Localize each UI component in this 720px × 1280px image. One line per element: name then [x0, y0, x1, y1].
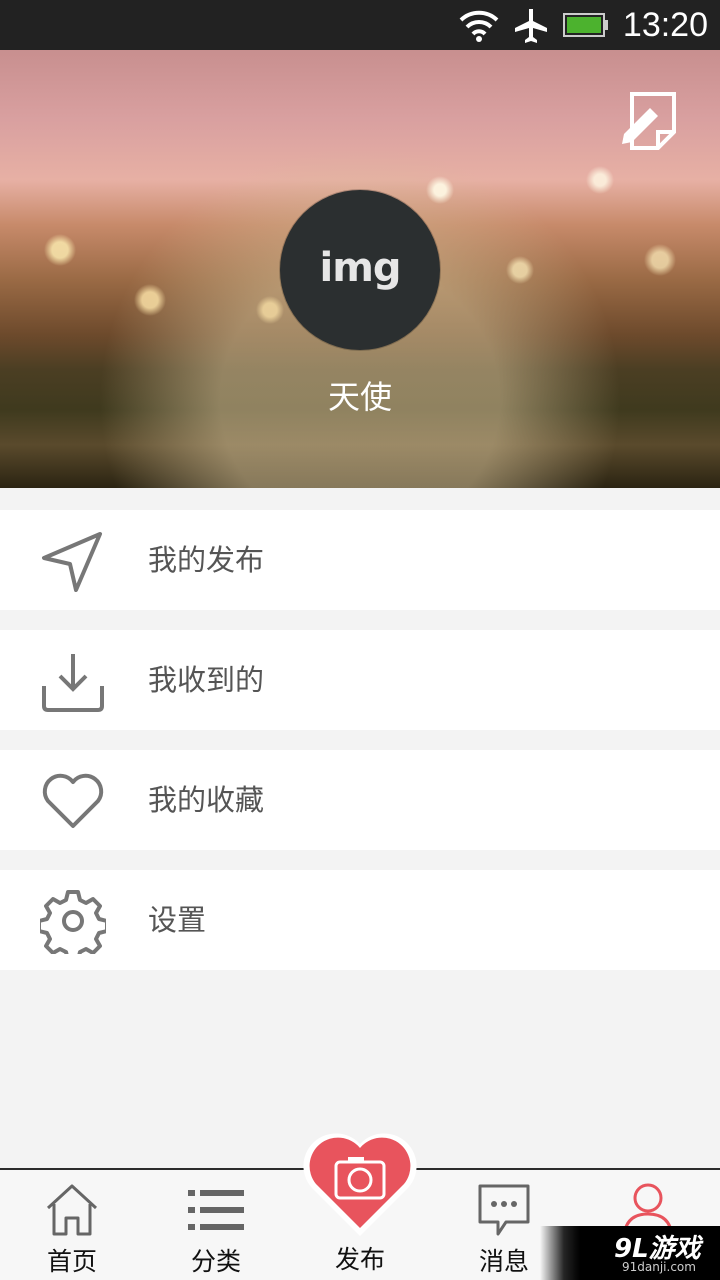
- download-icon: [42, 654, 104, 712]
- menu-item-label: 我的收藏: [148, 783, 265, 817]
- menu-item-settings[interactable]: 设置: [0, 870, 720, 970]
- heart-icon: [42, 773, 104, 828]
- menu-item-favorites[interactable]: 我的收藏: [0, 750, 720, 850]
- camera-heart-icon: [303, 1133, 417, 1236]
- tab-home[interactable]: 首页: [0, 1170, 144, 1280]
- menu-item-my-posts[interactable]: 我的发布: [0, 510, 720, 610]
- avatar[interactable]: img: [280, 190, 440, 350]
- avatar-placeholder-text: img: [319, 245, 401, 291]
- publish-label: 发布: [334, 1245, 385, 1274]
- menu-item-received[interactable]: 我收到的: [0, 630, 720, 730]
- status-bar: 13:20: [0, 0, 720, 50]
- menu-item-label: 我收到的: [148, 663, 265, 697]
- battery-icon: [562, 13, 608, 37]
- menu-item-label: 我的发布: [148, 543, 265, 577]
- tab-label: 首页: [46, 1247, 97, 1276]
- publish-button[interactable]: [302, 1132, 418, 1238]
- airplane-mode-icon: [514, 9, 547, 43]
- send-icon: [42, 532, 102, 592]
- home-icon: [46, 1184, 98, 1236]
- watermark: 9L游戏 91danji.com: [540, 1226, 720, 1280]
- menu-item-label: 设置: [148, 903, 207, 937]
- tab-label: 分类: [190, 1247, 241, 1276]
- watermark-url: 91danji.com: [622, 1260, 696, 1274]
- username: 天使: [327, 378, 392, 416]
- edit-profile-button[interactable]: [618, 88, 684, 154]
- profile-header: img 天使: [0, 50, 720, 488]
- edit-icon: [622, 92, 676, 150]
- list-icon: [188, 1190, 244, 1230]
- gear-icon: [40, 890, 106, 954]
- wifi-icon: [459, 10, 499, 42]
- tab-category[interactable]: 分类: [144, 1170, 288, 1280]
- status-time: 13:20: [622, 5, 708, 44]
- message-icon: [478, 1184, 530, 1236]
